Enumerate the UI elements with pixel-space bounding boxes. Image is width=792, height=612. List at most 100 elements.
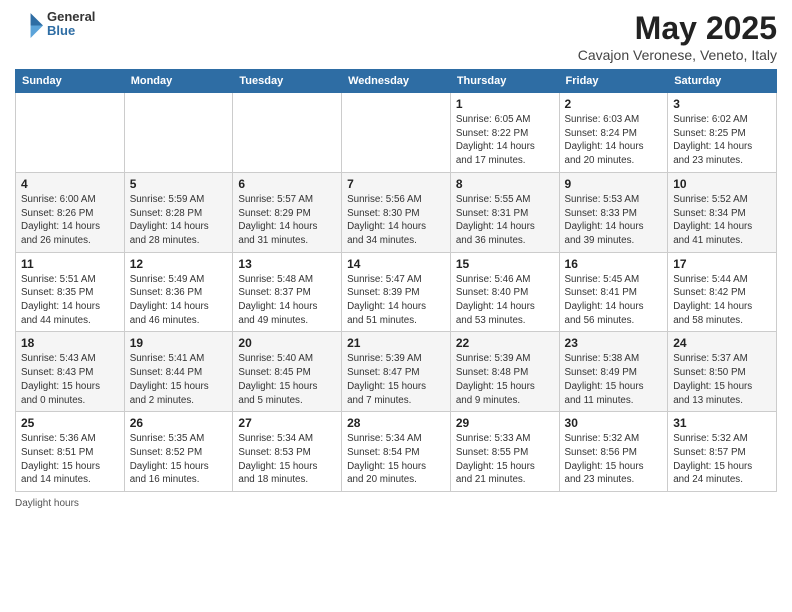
day-number: 1	[456, 97, 554, 111]
calendar-cell: 21 Sunrise: 5:39 AMSunset: 8:47 PMDayligh…	[342, 332, 451, 412]
day-info: Sunrise: 6:02 AMSunset: 8:25 PMDaylight:…	[673, 113, 771, 168]
calendar-cell: 31Sunrise: 5:32 AMSunset: 8:57 PMDayligh…	[668, 412, 777, 492]
title-location: Cavajon Veronese, Veneto, Italy	[578, 47, 777, 63]
day-info: Sunrise: 5:57 AMSunset: 8:29 PMDaylight:…	[238, 193, 336, 248]
calendar-cell: 4 Sunrise: 6:00 AMSunset: 8:26 PMDaylight…	[16, 172, 125, 252]
calendar-cell: 6Sunrise: 5:57 AMSunset: 8:29 PMDaylight…	[233, 172, 342, 252]
calendar-cell: 3Sunrise: 6:02 AMSunset: 8:25 PMDaylight…	[668, 93, 777, 173]
day-info: Sunrise: 5:47 AMSunset: 8:39 PMDaylight:…	[347, 273, 445, 328]
day-info: Sunrise: 6:00 AMSunset: 8:26 PMDaylight:…	[21, 193, 119, 248]
logo-text: General Blue	[47, 10, 95, 39]
day-number: 18	[21, 336, 119, 350]
calendar-cell: 7Sunrise: 5:56 AMSunset: 8:30 PMDaylight…	[342, 172, 451, 252]
calendar-cell	[342, 93, 451, 173]
day-number: 13	[238, 257, 336, 271]
calendar-cell: 17 Sunrise: 5:44 AMSunset: 8:42 PMDayligh…	[668, 252, 777, 332]
day-info: Sunrise: 5:34 AMSunset: 8:53 PMDaylight:…	[238, 432, 336, 487]
day-info: Sunrise: 5:53 AMSunset: 8:33 PMDaylight:…	[565, 193, 663, 248]
calendar-cell: 15 Sunrise: 5:46 AMSunset: 8:40 PMDayligh…	[450, 252, 559, 332]
day-of-week-header: Sunday	[16, 70, 125, 93]
calendar-cell: 16 Sunrise: 5:45 AMSunset: 8:41 PMDayligh…	[559, 252, 668, 332]
calendar-week-row: 25 Sunrise: 5:36 AMSunset: 8:51 PMDayligh…	[16, 412, 777, 492]
day-info: Sunrise: 6:03 AMSunset: 8:24 PMDaylight:…	[565, 113, 663, 168]
title-month: May 2025	[578, 10, 777, 47]
day-number: 29	[456, 416, 554, 430]
logo-icon	[15, 10, 43, 38]
day-info: Sunrise: 5:43 AMSunset: 8:43 PMDaylight:…	[21, 352, 119, 407]
logo-blue: Blue	[47, 24, 95, 38]
day-number: 15	[456, 257, 554, 271]
day-of-week-header: Monday	[124, 70, 233, 93]
day-info: Sunrise: 5:59 AMSunset: 8:28 PMDaylight:…	[130, 193, 228, 248]
calendar-cell: 14 Sunrise: 5:47 AMSunset: 8:39 PMDayligh…	[342, 252, 451, 332]
day-number: 20	[238, 336, 336, 350]
day-number: 28	[347, 416, 445, 430]
calendar-week-row: 18 Sunrise: 5:43 AMSunset: 8:43 PMDayligh…	[16, 332, 777, 412]
day-info: Sunrise: 5:34 AMSunset: 8:54 PMDaylight:…	[347, 432, 445, 487]
day-number: 27	[238, 416, 336, 430]
day-number: 24	[673, 336, 771, 350]
calendar-cell: 10 Sunrise: 5:52 AMSunset: 8:34 PMDayligh…	[668, 172, 777, 252]
header: General Blue May 2025 Cavajon Veronese, …	[15, 10, 777, 63]
day-info: Sunrise: 6:05 AMSunset: 8:22 PMDaylight:…	[456, 113, 554, 168]
calendar-cell: 9 Sunrise: 5:53 AMSunset: 8:33 PMDaylight…	[559, 172, 668, 252]
calendar-cell: 30Sunrise: 5:32 AMSunset: 8:56 PMDayligh…	[559, 412, 668, 492]
day-info: Sunrise: 5:44 AMSunset: 8:42 PMDaylight:…	[673, 273, 771, 328]
day-info: Sunrise: 5:56 AMSunset: 8:30 PMDaylight:…	[347, 193, 445, 248]
day-info: Sunrise: 5:40 AMSunset: 8:45 PMDaylight:…	[238, 352, 336, 407]
day-info: Sunrise: 5:52 AMSunset: 8:34 PMDaylight:…	[673, 193, 771, 248]
calendar-table: SundayMondayTuesdayWednesdayThursdayFrid…	[15, 69, 777, 492]
day-info: Sunrise: 5:36 AMSunset: 8:51 PMDaylight:…	[21, 432, 119, 487]
day-number: 14	[347, 257, 445, 271]
day-number: 5	[130, 177, 228, 191]
calendar-cell: 27 Sunrise: 5:34 AMSunset: 8:53 PMDayligh…	[233, 412, 342, 492]
day-info: Sunrise: 5:38 AMSunset: 8:49 PMDaylight:…	[565, 352, 663, 407]
day-number: 12	[130, 257, 228, 271]
day-number: 16	[565, 257, 663, 271]
calendar-cell: 2Sunrise: 6:03 AMSunset: 8:24 PMDaylight…	[559, 93, 668, 173]
day-number: 21	[347, 336, 445, 350]
page: General Blue May 2025 Cavajon Veronese, …	[0, 0, 792, 519]
footer-note: Daylight hours	[15, 498, 777, 509]
logo-general: General	[47, 10, 95, 24]
calendar-cell: 28 Sunrise: 5:34 AMSunset: 8:54 PMDayligh…	[342, 412, 451, 492]
day-number: 11	[21, 257, 119, 271]
calendar-cell: 1 Sunrise: 6:05 AMSunset: 8:22 PMDaylight…	[450, 93, 559, 173]
day-number: 17	[673, 257, 771, 271]
day-info: Sunrise: 5:32 AMSunset: 8:57 PMDaylight:…	[673, 432, 771, 487]
day-number: 8	[456, 177, 554, 191]
calendar-cell: 22 Sunrise: 5:39 AMSunset: 8:48 PMDayligh…	[450, 332, 559, 412]
day-of-week-header: Friday	[559, 70, 668, 93]
day-info: Sunrise: 5:41 AMSunset: 8:44 PMDaylight:…	[130, 352, 228, 407]
day-number: 26	[130, 416, 228, 430]
calendar-cell: 25 Sunrise: 5:36 AMSunset: 8:51 PMDayligh…	[16, 412, 125, 492]
day-number: 9	[565, 177, 663, 191]
day-info: Sunrise: 5:32 AMSunset: 8:56 PMDaylight:…	[565, 432, 663, 487]
day-of-week-header: Wednesday	[342, 70, 451, 93]
day-number: 10	[673, 177, 771, 191]
day-number: 19	[130, 336, 228, 350]
daylight-label: Daylight hours	[15, 498, 79, 509]
calendar-cell	[233, 93, 342, 173]
day-info: Sunrise: 5:39 AMSunset: 8:48 PMDaylight:…	[456, 352, 554, 407]
calendar-week-row: 11 Sunrise: 5:51 AMSunset: 8:35 PMDayligh…	[16, 252, 777, 332]
calendar-cell: 12Sunrise: 5:49 AMSunset: 8:36 PMDayligh…	[124, 252, 233, 332]
calendar-week-row: 4 Sunrise: 6:00 AMSunset: 8:26 PMDaylight…	[16, 172, 777, 252]
logo: General Blue	[15, 10, 95, 39]
day-of-week-header: Saturday	[668, 70, 777, 93]
day-of-week-header: Thursday	[450, 70, 559, 93]
calendar-cell: 19 Sunrise: 5:41 AMSunset: 8:44 PMDayligh…	[124, 332, 233, 412]
day-info: Sunrise: 5:45 AMSunset: 8:41 PMDaylight:…	[565, 273, 663, 328]
calendar-cell: 13Sunrise: 5:48 AMSunset: 8:37 PMDayligh…	[233, 252, 342, 332]
calendar-cell: 8Sunrise: 5:55 AMSunset: 8:31 PMDaylight…	[450, 172, 559, 252]
calendar-cell: 18 Sunrise: 5:43 AMSunset: 8:43 PMDayligh…	[16, 332, 125, 412]
day-number: 4	[21, 177, 119, 191]
day-info: Sunrise: 5:51 AMSunset: 8:35 PMDaylight:…	[21, 273, 119, 328]
day-number: 22	[456, 336, 554, 350]
calendar-cell: 23Sunrise: 5:38 AMSunset: 8:49 PMDayligh…	[559, 332, 668, 412]
day-info: Sunrise: 5:37 AMSunset: 8:50 PMDaylight:…	[673, 352, 771, 407]
day-info: Sunrise: 5:46 AMSunset: 8:40 PMDaylight:…	[456, 273, 554, 328]
calendar-cell	[16, 93, 125, 173]
day-number: 25	[21, 416, 119, 430]
day-info: Sunrise: 5:39 AMSunset: 8:47 PMDaylight:…	[347, 352, 445, 407]
